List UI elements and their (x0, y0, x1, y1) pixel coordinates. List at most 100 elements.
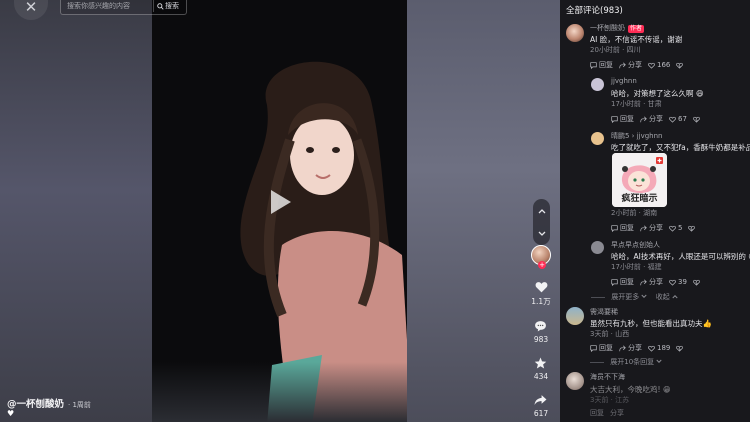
broken-heart-icon (676, 62, 684, 69)
comment-action[interactable]: 983 (534, 320, 548, 344)
like-count: 1.1万 (531, 297, 551, 306)
reply-label: 回复 (620, 115, 634, 123)
dislike-button[interactable] (693, 279, 700, 286)
author-avatar[interactable]: + (531, 245, 551, 269)
share-button[interactable]: 分享 (610, 408, 624, 418)
comments-panel[interactable]: 全部评论(983) 一杯刨酸奶 作者 AI 脸，不信谣不传谣，谢谢 20小时前 ·… (560, 0, 750, 422)
dislike-button[interactable] (676, 62, 684, 69)
search-input[interactable] (61, 2, 153, 10)
comment-avatar[interactable] (591, 241, 604, 254)
favorite-count: 434 (533, 372, 549, 381)
dislike-button[interactable] (676, 345, 684, 352)
small-heart-icon: ♥ (7, 409, 15, 418)
comment-author[interactable]: jjvghnn (611, 77, 637, 85)
like-button[interactable]: 166 (648, 61, 670, 69)
search-button[interactable]: 搜索 (153, 0, 179, 12)
comment-author[interactable]: 需渴要稀 (590, 307, 618, 317)
like-button[interactable]: 5 (669, 224, 682, 232)
reply-button[interactable]: 回复 (590, 408, 604, 418)
video-author-line: @一杯刨酸奶 · 1周前 (7, 396, 91, 410)
heart-outline-icon (669, 279, 676, 286)
broken-heart-icon (688, 225, 696, 232)
share-button[interactable]: 分享 (619, 60, 642, 70)
comment-author[interactable]: 早点早点创始人 (611, 240, 660, 250)
search-button-label: 搜索 (165, 2, 179, 10)
share-icon (640, 224, 647, 231)
comment-meta: 3天前 · 山西 (590, 330, 630, 338)
chevron-up-icon (672, 295, 678, 299)
like-count: 67 (678, 115, 687, 123)
follow-plus-icon[interactable]: + (538, 261, 546, 269)
like-action[interactable]: 1.1万 (531, 281, 551, 307)
expand-replies[interactable]: 展开10条回复 (590, 357, 662, 367)
reply-button[interactable]: 回复 (611, 114, 634, 124)
reply-button[interactable]: 回复 (590, 343, 613, 353)
comment-actions: 回复 分享 189 (590, 343, 684, 353)
like-count: 166 (657, 61, 671, 69)
expand-replies-label[interactable]: 展开10条回复 (610, 358, 654, 366)
reply-label: 回复 (620, 224, 634, 232)
play-icon[interactable] (271, 190, 291, 214)
share-button[interactable]: 分享 (640, 114, 663, 124)
comment-author-name: 一杯刨酸奶 (590, 24, 625, 32)
like-button[interactable]: 39 (669, 278, 687, 286)
comment-actions: 回复 分享 5 (611, 223, 696, 233)
comment-meta: 3天前 · 江苏 (590, 396, 630, 404)
share-action[interactable]: 617 (534, 394, 548, 418)
reply-sticker-image[interactable]: 疯狂暗示 (612, 153, 667, 207)
comment-author[interactable]: 海员不下海 (590, 372, 625, 382)
expand-more-replies[interactable]: 展开更多 收起 (591, 292, 678, 302)
heart-outline-icon (648, 62, 655, 69)
comment-avatar[interactable] (566, 24, 584, 42)
share-arrow-icon (535, 395, 547, 405)
dislike-button[interactable] (693, 116, 700, 123)
reply-button[interactable]: 回复 (590, 60, 613, 70)
chevron-up-icon[interactable] (538, 208, 546, 214)
chevron-down-icon[interactable] (538, 231, 546, 237)
reply-icon (611, 115, 618, 123)
comment-meta: 17小时前 · 甘肃 (611, 100, 662, 108)
dislike-button[interactable] (688, 225, 696, 232)
share-icon (640, 115, 647, 122)
comment-avatar[interactable] (566, 372, 584, 390)
comment-actions: 回复 分享 (590, 408, 624, 418)
like-count: 39 (678, 278, 687, 286)
comment-avatar[interactable] (566, 307, 584, 325)
comment-avatar[interactable] (591, 78, 604, 91)
star-icon (535, 357, 547, 369)
comment-icon (535, 321, 547, 332)
like-button[interactable]: 67 (669, 115, 687, 123)
like-button[interactable]: 189 (648, 344, 670, 352)
heart-outline-icon (669, 116, 676, 123)
reply-button[interactable]: 回复 (611, 223, 634, 233)
share-icon (640, 278, 647, 285)
share-button[interactable]: 分享 (640, 277, 663, 287)
expand-more-label[interactable]: 展开更多 (611, 293, 639, 301)
comment-author[interactable]: 晴鹏5 › jjvghnn (611, 131, 663, 141)
chevron-down-icon (641, 294, 648, 298)
video-stage[interactable]: ✕ 搜索 + 1.1万 983 434 617 (0, 0, 560, 422)
comment-author[interactable]: 一杯刨酸奶 作者 (590, 23, 645, 33)
comment-meta: 20小时前 · 四川 (590, 46, 641, 54)
share-button[interactable]: 分享 (640, 223, 663, 233)
favorite-action[interactable]: 434 (534, 357, 548, 381)
reply-icon (611, 278, 618, 286)
chevron-down-icon (656, 359, 662, 363)
comment-text: 虽然只有九秒，但也能看出真功夫👍 (590, 319, 712, 328)
author-handle[interactable]: @一杯刨酸奶 (7, 396, 64, 410)
blurred-background-left (0, 0, 152, 422)
comment-meta: 17小时前 · 福建 (611, 263, 662, 271)
reply-label: 回复 (599, 61, 613, 69)
comment-text: 哈哈，对策想了这么久啊 😄 (611, 89, 704, 98)
collapse-label[interactable]: 收起 (656, 293, 670, 301)
comment-count: 983 (533, 335, 549, 344)
reply-button[interactable]: 回复 (611, 277, 634, 287)
search-box[interactable]: 搜索 (60, 0, 187, 15)
like-count: 189 (657, 344, 671, 352)
share-label: 分享 (649, 224, 663, 232)
heart-outline-icon (648, 345, 655, 352)
author-badge: 作者 (628, 25, 645, 33)
share-button[interactable]: 分享 (619, 343, 642, 353)
reply-icon (590, 344, 597, 352)
comment-avatar[interactable] (591, 132, 604, 145)
